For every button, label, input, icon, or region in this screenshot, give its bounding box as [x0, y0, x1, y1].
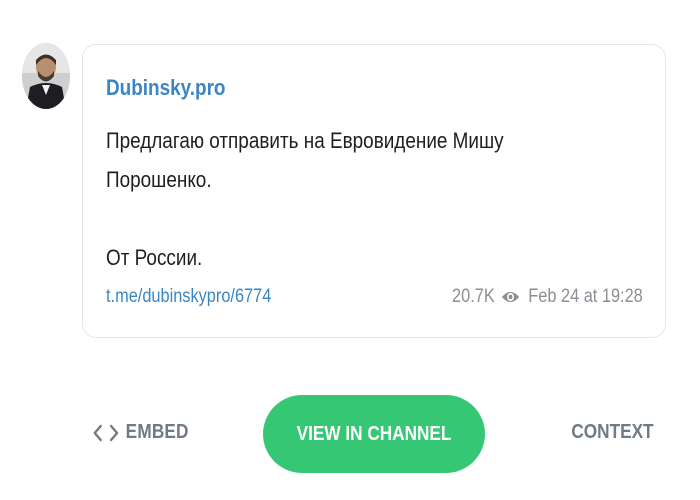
embed-button[interactable]: EMBED: [93, 421, 189, 444]
avatar-photo: [22, 43, 70, 109]
post-link[interactable]: t.me/dubinskypro/6774: [106, 286, 271, 308]
view-in-channel-label: VIEW IN CHANNEL: [296, 422, 452, 445]
view-count: 20.7K: [452, 286, 495, 307]
message-line: Порошенко.: [106, 167, 212, 192]
action-bar: EMBED VIEW IN CHANNEL CONTEXT: [0, 395, 700, 473]
embed-label: EMBED: [125, 421, 189, 443]
message-line: Предлагаю отправить на Евровидение Мишу: [106, 128, 504, 153]
post-meta: 20.7K Feb 24 at 19:28: [452, 286, 643, 308]
message-text: Предлагаю отправить на Евровидение Мишу …: [106, 121, 588, 277]
post-card: Dubinsky.pro Предлагаю отправить на Евро…: [82, 44, 666, 338]
code-brackets-icon: [93, 424, 119, 441]
context-button[interactable]: CONTEXT: [572, 421, 654, 444]
telegram-post-widget: Dubinsky.pro Предлагаю отправить на Евро…: [0, 0, 700, 500]
eye-icon: [501, 292, 520, 302]
message-line: От России.: [106, 245, 203, 270]
channel-name[interactable]: Dubinsky.pro: [106, 75, 225, 101]
view-in-channel-button[interactable]: VIEW IN CHANNEL: [263, 395, 485, 473]
post-date: Feb 24 at 19:28: [528, 286, 643, 307]
channel-avatar[interactable]: [22, 43, 70, 109]
